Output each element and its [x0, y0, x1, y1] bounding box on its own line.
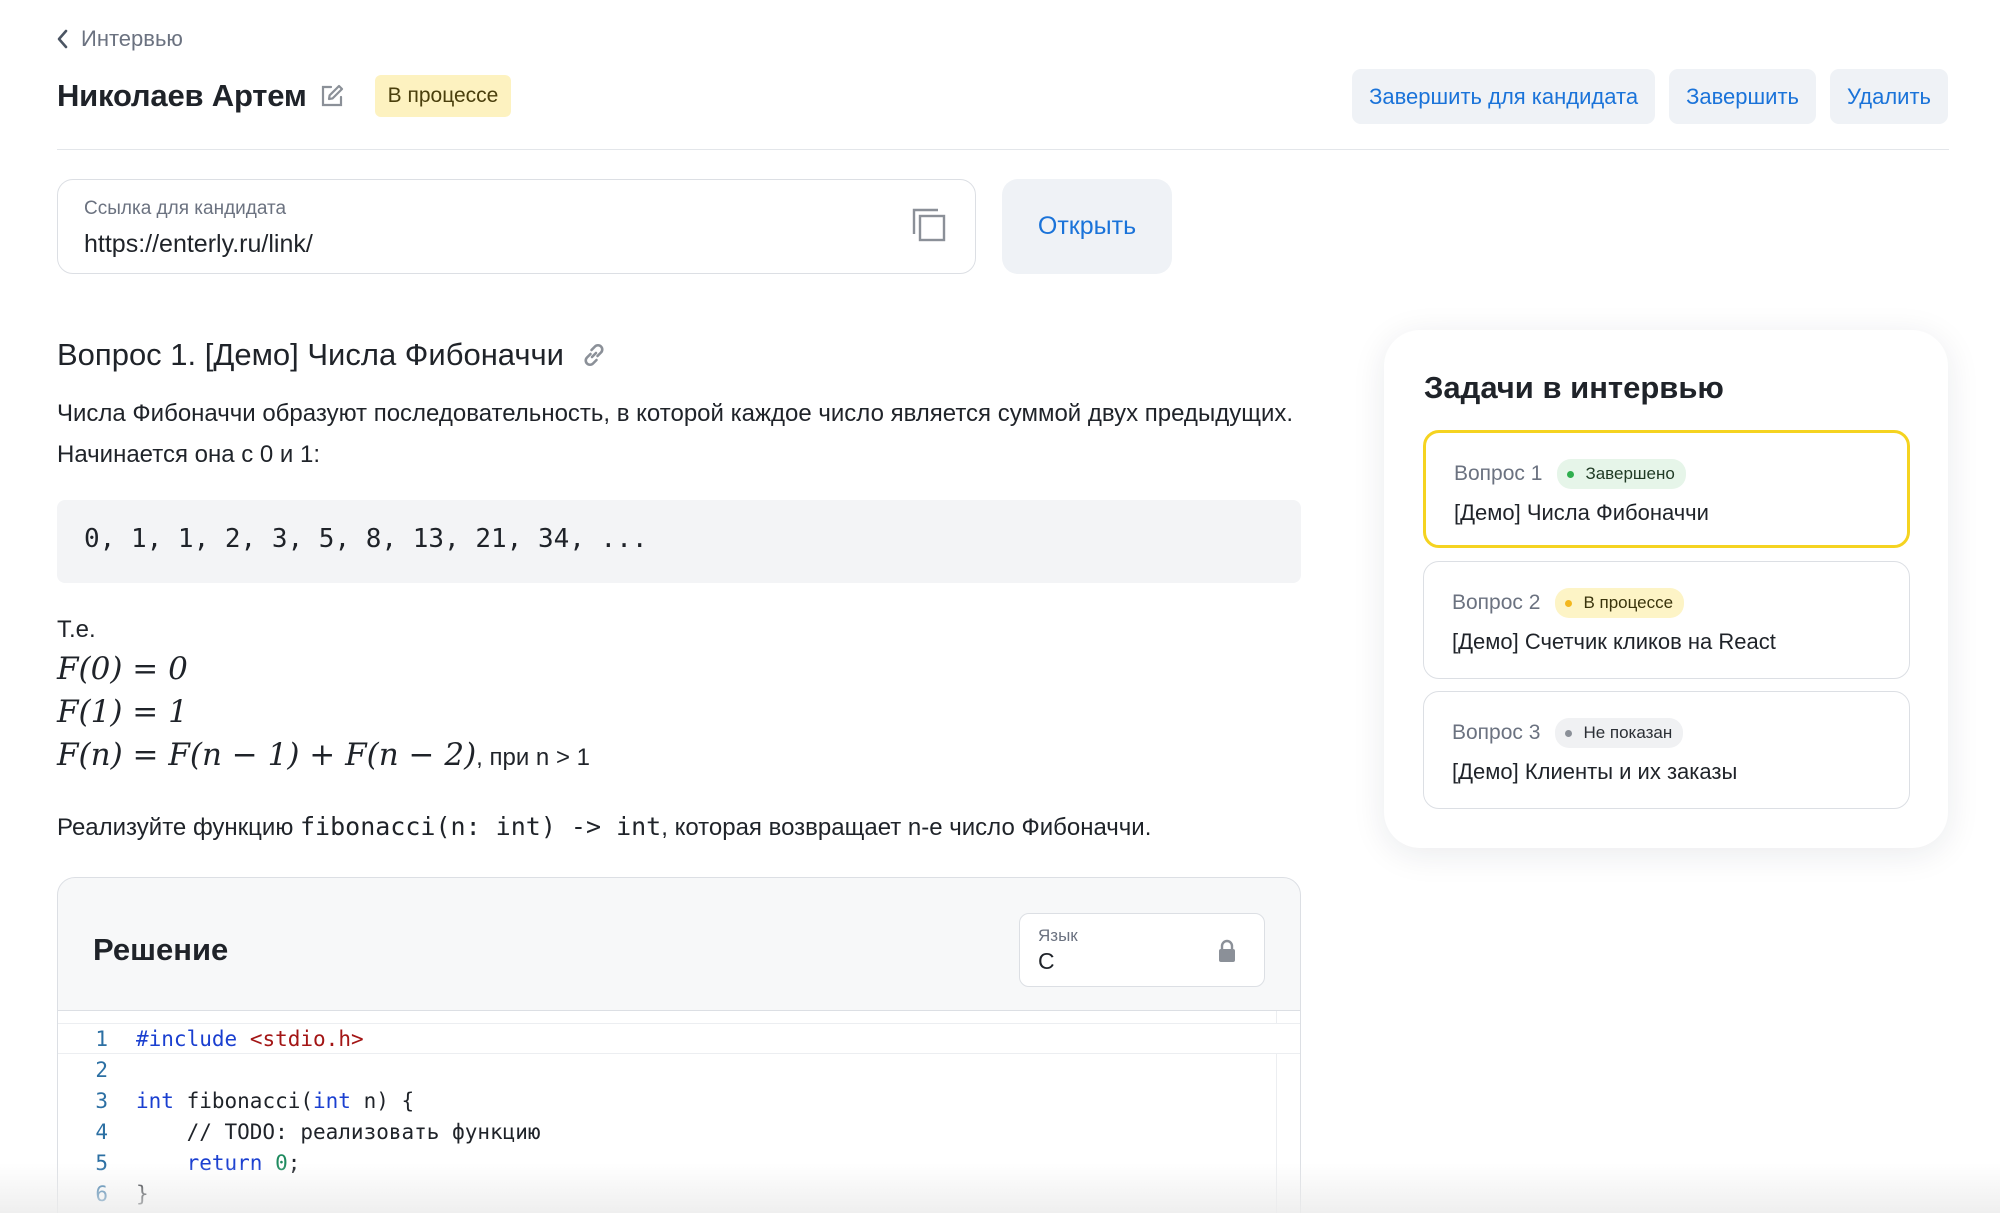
task-title: [Демо] Числа Фибоначчи [1454, 500, 1709, 525]
copy-icon[interactable] [911, 207, 947, 243]
function-signature: fibonacci(n: int) -> int [300, 812, 662, 841]
code-line[interactable]: 6 } [58, 1178, 1300, 1209]
status-badge-label: Завершено [1585, 464, 1675, 483]
status-dot-icon [1567, 470, 1575, 478]
line-number: 6 [95, 1181, 108, 1206]
question-title-text: Вопрос 1. [Демо] Числа Фибоначчи [57, 337, 564, 372]
back-link[interactable]: Интервью [55, 24, 183, 54]
status-badge-label: Не показан [1583, 723, 1673, 742]
code-line[interactable]: 4 // TODO: реализовать функцию [58, 1116, 1300, 1147]
line-number: 1 [95, 1026, 108, 1051]
formula-f0-text: F(0) = 0 [57, 651, 188, 687]
lock-icon [1219, 939, 1235, 962]
interview-tasks-card: Задачи в интервью Вопрос 1 Завершено [Де… [1384, 330, 1948, 848]
solution-title: Решение [93, 932, 229, 967]
language-select: Язык C [1019, 913, 1265, 987]
task-title: [Демо] Счетчик кликов на React [1452, 629, 1776, 654]
candidate-link-label: Ссылка для кандидата [84, 198, 287, 219]
candidate-link-field[interactable]: Ссылка для кандидата https://enterly.ru/… [57, 179, 976, 274]
formula-f0: F(0) = 0 [57, 651, 188, 687]
code-line[interactable]: 3 int fibonacci(int n) { [58, 1085, 1300, 1116]
page-title-row: Николаев Артем В процессе [57, 72, 512, 120]
candidate-link-value[interactable]: https://enterly.ru/link/ [84, 230, 949, 259]
open-link-button[interactable]: Открыть [1002, 179, 1172, 274]
header-actions: Завершить для кандидата Завершить Удалит… [1352, 69, 1948, 124]
task-item-head: Вопрос 3 Не показан [1452, 718, 1684, 748]
tasks-card-title: Задачи в интервью [1424, 370, 1724, 405]
status-dot-icon [1565, 599, 1573, 607]
task-item-2[interactable]: Вопрос 2 В процессе [Демо] Счетчик клико… [1423, 561, 1910, 679]
code-line[interactable]: 1 #include <stdio.h> [58, 1023, 1300, 1054]
header-divider [57, 149, 1949, 150]
status-badge: В процессе [374, 75, 512, 117]
formula-fn-text: F(n) = F(n − 1) + F(n − 2) [57, 737, 477, 773]
code-line[interactable]: 2 [58, 1054, 1300, 1085]
status-dot-icon [1565, 729, 1573, 737]
interview-page: Интервью Николаев Артем В процессе Завер… [0, 0, 2000, 1213]
code-line-1-text[interactable]: #include <stdio.h> [136, 1027, 364, 1051]
task-number: Вопрос 3 [1452, 721, 1541, 744]
code-line-4-text[interactable]: // TODO: реализовать функцию [136, 1120, 541, 1144]
task-prefix: Реализуйте функцию [57, 814, 300, 841]
edit-icon[interactable] [319, 83, 345, 109]
task-item-3[interactable]: Вопрос 3 Не показан [Демо] Клиенты и их … [1423, 691, 1910, 809]
task-item-head: Вопрос 2 В процессе [1452, 588, 1685, 618]
line-number: 3 [95, 1088, 108, 1113]
finish-button[interactable]: Завершить [1669, 69, 1816, 124]
chevron-left-icon [57, 29, 68, 49]
line-number: 5 [95, 1150, 108, 1175]
back-link-label: Интервью [81, 26, 183, 51]
line-number: 4 [95, 1119, 108, 1144]
finish-for-candidate-button[interactable]: Завершить для кандидата [1352, 69, 1656, 124]
formula-fn-condition: , при n > 1 [476, 744, 590, 771]
code-line-6-text[interactable]: } [136, 1182, 149, 1206]
delete-button[interactable]: Удалить [1830, 69, 1948, 124]
line-number: 2 [95, 1057, 108, 1082]
code-line-3-text[interactable]: int fibonacci(int n) { [136, 1089, 414, 1113]
task-item-1[interactable]: Вопрос 1 Завершено [Демо] Числа Фибоначч… [1423, 430, 1910, 548]
task-suffix: , которая возвращает n-е число Фибоначчи… [661, 814, 1152, 841]
language-value: C [1038, 948, 1055, 974]
status-badge-label: В процессе [1583, 593, 1674, 612]
language-label: Язык [1038, 926, 1078, 945]
task-item-head: Вопрос 1 Завершено [1454, 459, 1686, 489]
status-badge: Не показан [1555, 718, 1684, 748]
sequence-code-block: 0, 1, 1, 2, 3, 5, 8, 13, 21, 34, ... [57, 500, 1301, 583]
code-line-5-text[interactable]: return 0; [136, 1151, 301, 1175]
question-description: Числа Фибоначчи образуют последовательно… [57, 400, 1294, 468]
task-statement: Реализуйте функцию fibonacci(n: int) -> … [57, 812, 1151, 842]
code-editor[interactable]: 1 #include <stdio.h> 2 3 int fibonacci(i… [58, 1010, 1300, 1213]
solution-panel: Решение Язык C 1 #include <stdio.h> 2 3 … [57, 877, 1301, 1213]
formula-f1: F(1) = 1 [57, 694, 188, 730]
formula-f1-text: F(1) = 1 [57, 694, 188, 730]
status-badge: В процессе [1555, 588, 1685, 618]
question-title: Вопрос 1. [Демо] Числа Фибоначчи [57, 333, 608, 377]
task-number: Вопрос 1 [1454, 462, 1543, 485]
task-number: Вопрос 2 [1452, 591, 1541, 614]
link-icon[interactable] [580, 341, 608, 369]
te-label: Т.е. [57, 616, 96, 643]
task-title: [Демо] Клиенты и их заказы [1452, 759, 1738, 784]
status-badge: Завершено [1557, 459, 1686, 489]
code-line[interactable]: 5 return 0; [58, 1147, 1300, 1178]
formula-fn: F(n) = F(n − 1) + F(n − 2), при n > 1 [57, 737, 590, 773]
candidate-name: Николаев Артем [57, 78, 307, 113]
